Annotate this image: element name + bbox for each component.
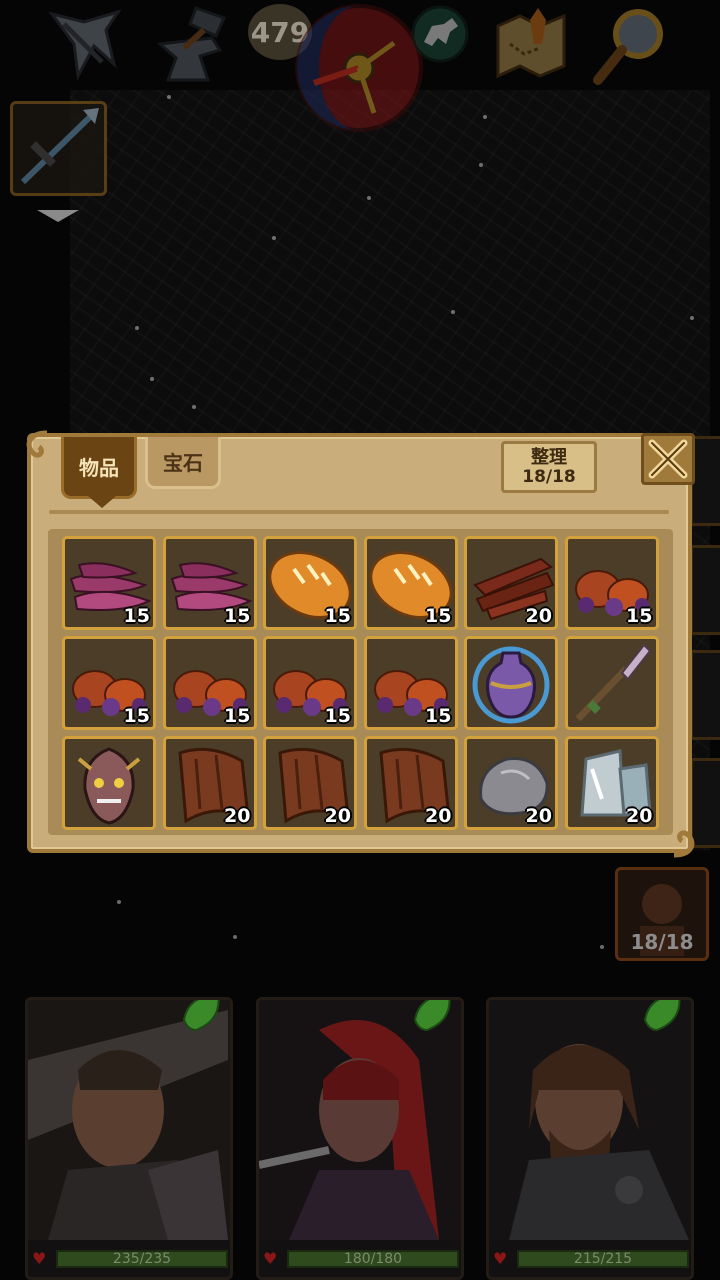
star-decoration (192, 405, 196, 409)
troop-count: 18/18 (630, 930, 694, 954)
side-slot[interactable] (690, 545, 720, 635)
inventory-slot[interactable]: 15 (263, 536, 357, 630)
tab-items[interactable]: 物品 (61, 437, 137, 508)
item-quantity: 15 (224, 705, 251, 727)
side-slot[interactable] (690, 650, 720, 740)
star-decoration (600, 945, 604, 949)
star-decoration (272, 236, 276, 240)
troop-slot[interactable]: 18/18 (615, 867, 709, 961)
inventory-slot[interactable]: 20 (363, 736, 458, 830)
weapon-slot[interactable] (10, 101, 107, 196)
heart-icon: ♥ (32, 1249, 47, 1268)
inventory-panel: 物品 宝石 整理 18/18 15 15 15 15 20 15 15 15 15 15 20 20 2… (26, 430, 695, 858)
warrior-portrait (28, 1000, 230, 1240)
tab-gems[interactable]: 宝石 (145, 437, 221, 489)
hero-card-knight[interactable]: ♥ 215/215 (486, 997, 694, 1280)
divider (49, 510, 669, 514)
leaf-icon (413, 1000, 451, 1032)
hp-bar: 235/235 (56, 1250, 228, 1268)
item-quantity: 20 (525, 805, 552, 827)
leaf-icon (182, 1000, 220, 1032)
item-quantity: 20 (626, 805, 653, 827)
item-quantity: 20 (525, 605, 552, 627)
crossbow-icon[interactable] (44, 4, 126, 86)
leaf-icon (643, 1000, 681, 1032)
inventory-slot[interactable]: 15 (263, 636, 357, 730)
item-quantity: 15 (224, 605, 251, 627)
hp-bar: 180/180 (287, 1250, 459, 1268)
anvil-icon[interactable] (150, 4, 232, 86)
inventory-slot[interactable]: 20 (464, 736, 558, 830)
star-decoration (150, 377, 154, 381)
magic-vase-icon (472, 646, 550, 724)
knight-portrait (489, 1000, 691, 1240)
star-decoration (117, 900, 121, 904)
magnifier-icon[interactable] (590, 4, 672, 86)
star-decoration (690, 316, 694, 320)
star-decoration (367, 196, 371, 200)
item-quantity: 15 (123, 605, 150, 627)
star-decoration (483, 115, 487, 119)
item-quantity: 15 (324, 605, 351, 627)
treasure-map-icon[interactable] (490, 4, 572, 86)
star-decoration (479, 163, 483, 167)
star-decoration (233, 935, 237, 939)
star-decoration (451, 310, 455, 314)
star-decoration (135, 326, 139, 330)
item-quantity: 15 (324, 705, 351, 727)
expand-arrow-icon[interactable] (37, 210, 79, 222)
item-grid: 15 15 15 15 20 15 15 15 15 15 20 20 20 20 20 (48, 529, 673, 835)
close-button[interactable] (641, 433, 695, 485)
inventory-slot[interactable]: 20 (162, 736, 257, 830)
star-decoration (167, 95, 171, 99)
hp-row: ♥ 180/180 (263, 1250, 459, 1268)
hp-bar: 215/215 (517, 1250, 689, 1268)
rogue-portrait (259, 1000, 461, 1240)
item-quantity: 15 (123, 705, 150, 727)
item-quantity: 15 (425, 705, 452, 727)
inventory-slot[interactable]: 15 (62, 636, 156, 730)
spear-icon (574, 643, 651, 722)
heart-icon: ♥ (493, 1249, 508, 1268)
compass-icon[interactable] (294, 3, 424, 133)
demon-mask-icon (77, 747, 141, 825)
inventory-slot[interactable]: 15 (564, 536, 659, 630)
inventory-slot[interactable] (62, 736, 156, 830)
sort-button[interactable]: 整理 18/18 (501, 441, 597, 493)
inventory-slot[interactable]: 20 (464, 536, 558, 630)
inventory-slot[interactable]: 15 (363, 636, 458, 730)
corner-ornament-icon (673, 830, 695, 858)
corner-ornament-icon (26, 430, 48, 458)
item-quantity: 15 (626, 605, 653, 627)
hp-row: ♥ 235/235 (32, 1250, 228, 1268)
inventory-slot[interactable]: 20 (263, 736, 357, 830)
item-quantity: 20 (324, 805, 351, 827)
inventory-slot[interactable]: 15 (162, 536, 257, 630)
sort-label: 整理 (531, 446, 567, 468)
inventory-slot[interactable] (464, 636, 558, 730)
heart-icon: ♥ (263, 1249, 278, 1268)
inventory-slot[interactable]: 20 (564, 736, 659, 830)
item-quantity: 20 (224, 805, 251, 827)
hp-row: ♥ 215/215 (493, 1250, 689, 1268)
hero-card-rogue[interactable]: ♥ 180/180 (256, 997, 464, 1280)
item-quantity: 20 (425, 805, 452, 827)
hero-card-warrior[interactable]: ♥ 235/235 (25, 997, 233, 1280)
inventory-slot[interactable]: 15 (162, 636, 257, 730)
inventory-slot[interactable]: 15 (363, 536, 458, 630)
close-icon (648, 439, 688, 479)
top-hud: 479 (0, 0, 720, 132)
capacity-count: 18/18 (522, 466, 576, 487)
inventory-slot[interactable] (564, 636, 659, 730)
item-quantity: 15 (425, 605, 452, 627)
dinosaur-icon[interactable] (410, 4, 470, 64)
inventory-slot[interactable]: 15 (62, 536, 156, 630)
